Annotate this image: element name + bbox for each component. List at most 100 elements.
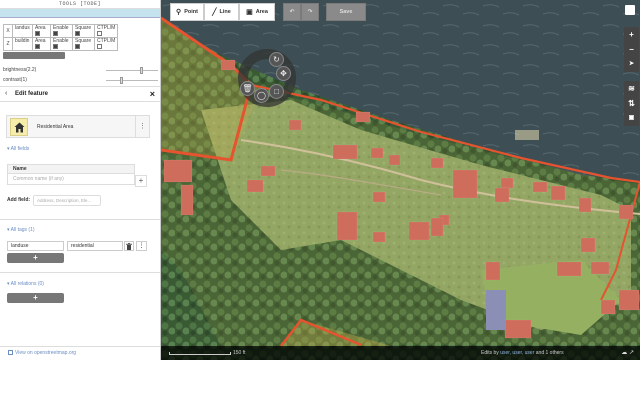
edits-users-link[interactable]: user, user, user xyxy=(500,350,534,356)
area-button[interactable]: ▣ Area xyxy=(239,3,275,21)
layers-icon[interactable]: ≋ xyxy=(624,81,639,96)
more-icon[interactable]: ⋮ xyxy=(135,116,149,137)
map-footer: 150 ft Edits by user, user, user and 1 o… xyxy=(161,346,640,360)
table-row: Z buildin Area Enable Square CTPL/M xyxy=(3,37,119,51)
move-icon[interactable]: ✥ xyxy=(276,66,291,81)
ctrl-cell: CTPL/M xyxy=(93,24,119,38)
divider xyxy=(0,219,160,220)
line-button[interactable]: ╱ Line xyxy=(204,3,239,21)
enable-label: Enable xyxy=(53,25,69,31)
enable-cell: Enable xyxy=(50,24,73,38)
square-icon[interactable]: □ xyxy=(269,84,284,99)
ctrl-label: CTPL/M xyxy=(97,25,116,31)
add-row-button[interactable] xyxy=(3,52,65,59)
feature-info-icon[interactable] xyxy=(625,5,635,15)
area-checkbox[interactable] xyxy=(35,44,40,50)
square-checkbox[interactable] xyxy=(75,31,80,37)
area-cell: Area xyxy=(32,37,51,51)
close-icon[interactable]: × xyxy=(150,89,155,99)
area-label: Area xyxy=(35,38,46,44)
contrast-slider[interactable] xyxy=(106,77,158,84)
tools-bar xyxy=(0,9,160,18)
line-icon: ╱ xyxy=(212,9,217,16)
ctrl-checkbox[interactable] xyxy=(97,44,102,50)
back-icon[interactable]: ‹ xyxy=(5,90,7,97)
contrast-label: contrast(1) xyxy=(3,77,27,83)
brightness-label: brightness(2.2) xyxy=(3,67,37,73)
square-cell: Square xyxy=(72,24,95,38)
ctrl-label: CTPL/M xyxy=(97,38,116,44)
square-label: Square xyxy=(75,25,92,31)
map-canvas[interactable]: 🗑 ◯ □ ✥ ↻ xyxy=(161,0,640,360)
zoom-out-icon[interactable]: − xyxy=(624,42,639,57)
table-row: X landus Area Enable Square CTPL/M xyxy=(3,24,119,38)
ctrl-checkbox[interactable] xyxy=(97,31,102,37)
area-label: Area xyxy=(35,25,46,31)
area-icon: ▣ xyxy=(246,9,253,16)
brightness-slider-thumb[interactable] xyxy=(140,67,143,74)
brightness-row: brightness(2.2) xyxy=(0,65,160,75)
external-link-icon xyxy=(8,350,13,356)
preset-selector[interactable]: Residential Area ⋮ xyxy=(6,115,150,138)
divider xyxy=(0,272,160,273)
enable-checkbox[interactable] xyxy=(53,31,58,37)
square-cell: Square xyxy=(72,37,95,51)
osm-link[interactable]: View on openstreetmap.org xyxy=(8,350,76,356)
trash-icon[interactable]: 🗑 xyxy=(240,81,255,96)
row-name[interactable]: buildin xyxy=(12,37,33,51)
edits-suffix: and 1 others xyxy=(535,350,564,356)
rotate-icon[interactable]: ↻ xyxy=(269,52,284,67)
all-tags-toggle[interactable]: ▾ All tags (1) xyxy=(7,227,35,233)
scale-label: 150 ft xyxy=(233,350,246,356)
undo-icon[interactable]: ↶ xyxy=(283,3,301,21)
redo-icon[interactable]: ↷ xyxy=(301,3,319,21)
tools-table: X landus Area Enable Square CTPL/M Z bui… xyxy=(3,24,119,51)
area-cell: Area xyxy=(32,24,51,38)
area-checkbox[interactable] xyxy=(35,31,40,37)
area-label: Area xyxy=(255,9,268,15)
add-field-input[interactable]: Address, Description, Ele... xyxy=(33,195,101,206)
osm-link-text: View on openstreetmap.org xyxy=(15,350,77,356)
save-button[interactable]: Save xyxy=(326,3,366,21)
add-relation-button[interactable]: + xyxy=(7,293,64,303)
all-relations-toggle[interactable]: ▾ All relations (0) xyxy=(7,281,44,287)
name-field-label: Name xyxy=(8,165,134,174)
help-icon[interactable]: ▣ xyxy=(624,111,639,126)
tag-key-input[interactable]: landuse xyxy=(7,241,64,251)
contrast-row: contrast(1) xyxy=(0,75,160,85)
map-data-icon[interactable]: ⇅ xyxy=(624,96,639,111)
radial-menu-ring xyxy=(238,49,296,107)
ctrl-cell: CTPL/M xyxy=(93,37,119,51)
preset-name: Residential Area xyxy=(37,124,74,130)
square-checkbox[interactable] xyxy=(75,44,80,50)
divider xyxy=(0,346,160,347)
enable-cell: Enable xyxy=(50,37,73,51)
name-input[interactable]: Common name (if any) xyxy=(8,174,134,184)
edits-attribution: Edits by user, user, user and 1 others xyxy=(481,350,564,356)
row-name[interactable]: landus xyxy=(12,24,33,38)
row-key: Z xyxy=(3,37,13,51)
contrast-slider-thumb[interactable] xyxy=(120,77,123,84)
enable-checkbox[interactable] xyxy=(53,44,58,50)
zoom-in-icon[interactable]: + xyxy=(624,27,639,42)
all-fields-toggle[interactable]: ▾ All fields xyxy=(7,146,29,152)
brightness-slider[interactable] xyxy=(106,67,158,74)
panel-controls: ≋ ⇅ ▣ xyxy=(624,81,639,126)
top-toolbar: ⚲ Point ╱ Line ▣ Area ↶ ↷ Save xyxy=(170,3,366,21)
tag-value-input[interactable]: residential xyxy=(67,241,123,251)
footer-icons[interactable]: ☁ ↗ xyxy=(621,349,634,356)
zoom-controls: + − ➤ xyxy=(624,27,639,72)
trash-icon[interactable] xyxy=(124,241,134,251)
tag-more-icon[interactable]: ⋮ xyxy=(136,241,147,251)
point-icon: ⚲ xyxy=(176,9,182,16)
name-add-button[interactable]: + xyxy=(135,175,147,187)
locate-icon[interactable]: ➤ xyxy=(624,57,639,72)
circularize-icon[interactable]: ◯ xyxy=(254,88,269,103)
residential-area-icon xyxy=(10,118,28,136)
tools-title: TOOLS [TODE] xyxy=(0,0,160,9)
page-bottom xyxy=(0,360,640,400)
point-button[interactable]: ⚲ Point xyxy=(170,3,204,21)
add-tag-button[interactable]: + xyxy=(7,253,64,263)
edit-feature-header: ‹ Edit feature × xyxy=(0,86,160,102)
